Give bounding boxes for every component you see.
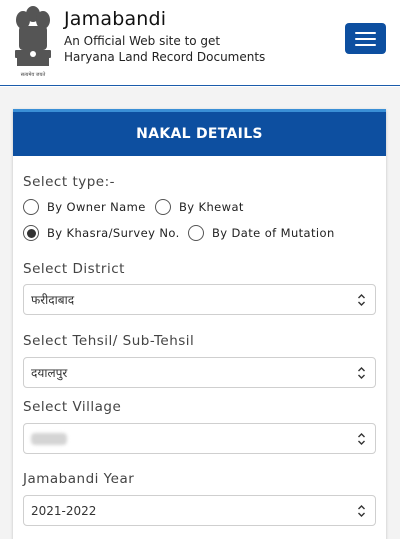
tehsil-label: Select Tehsil/ Sub-Tehsil bbox=[23, 333, 195, 349]
district-value: फरीदाबाद bbox=[31, 293, 75, 307]
card-header: NAKAL DETAILS bbox=[13, 109, 386, 156]
district-label: Select District bbox=[23, 261, 125, 277]
tehsil-select[interactable]: दयालपुर bbox=[23, 357, 376, 388]
svg-text:सत्यमेव जयते: सत्यमेव जयते bbox=[21, 71, 46, 78]
tagline-line-1: An Official Web site to get bbox=[64, 34, 221, 48]
jamabandi-year-label: Jamabandi Year bbox=[23, 471, 135, 487]
select-type-label: Select type:- bbox=[23, 174, 116, 190]
site-header: सत्यमेव जयते Jamabandi An Official Web s… bbox=[0, 0, 400, 86]
updown-chevron-icon bbox=[358, 367, 365, 379]
radio-label: By Owner Name bbox=[47, 200, 146, 214]
nakal-details-card: NAKAL DETAILS Select type:- By Owner Nam… bbox=[13, 109, 386, 539]
radio-by-khewat[interactable]: By Khewat bbox=[155, 199, 244, 215]
village-label: Select Village bbox=[23, 399, 122, 415]
radio-circle bbox=[23, 199, 39, 215]
hamburger-icon bbox=[355, 31, 376, 34]
radio-by-owner-name[interactable]: By Owner Name bbox=[23, 199, 146, 215]
updown-chevron-icon bbox=[358, 505, 365, 517]
tagline-line-2: Haryana Land Record Documents bbox=[64, 50, 266, 64]
updown-chevron-icon bbox=[358, 294, 365, 306]
district-select[interactable]: फरीदाबाद bbox=[23, 284, 376, 315]
radio-circle bbox=[188, 225, 204, 241]
radio-circle-selected bbox=[23, 225, 39, 241]
state-emblem-logo: सत्यमेव जयते bbox=[15, 6, 51, 78]
radio-label: By Khasra/Survey No. bbox=[47, 226, 180, 240]
jamabandi-year-select[interactable]: 2021-2022 bbox=[23, 495, 376, 526]
card-title: NAKAL DETAILS bbox=[136, 126, 263, 142]
radio-label: By Date of Mutation bbox=[212, 226, 335, 240]
site-tagline: An Official Web site to get Haryana Land… bbox=[64, 33, 265, 65]
village-value-redacted bbox=[31, 432, 67, 445]
village-select[interactable] bbox=[23, 423, 376, 454]
radio-by-khasra[interactable]: By Khasra/Survey No. bbox=[23, 225, 180, 241]
tehsil-value: दयालपुर bbox=[31, 366, 68, 380]
site-title: Jamabandi bbox=[64, 8, 167, 30]
updown-chevron-icon bbox=[358, 433, 365, 445]
radio-label: By Khewat bbox=[179, 200, 244, 214]
radio-by-date-of-mutation[interactable]: By Date of Mutation bbox=[188, 225, 335, 241]
hamburger-menu-button[interactable] bbox=[345, 23, 386, 54]
radio-circle bbox=[155, 199, 171, 215]
year-value: 2021-2022 bbox=[31, 503, 97, 518]
